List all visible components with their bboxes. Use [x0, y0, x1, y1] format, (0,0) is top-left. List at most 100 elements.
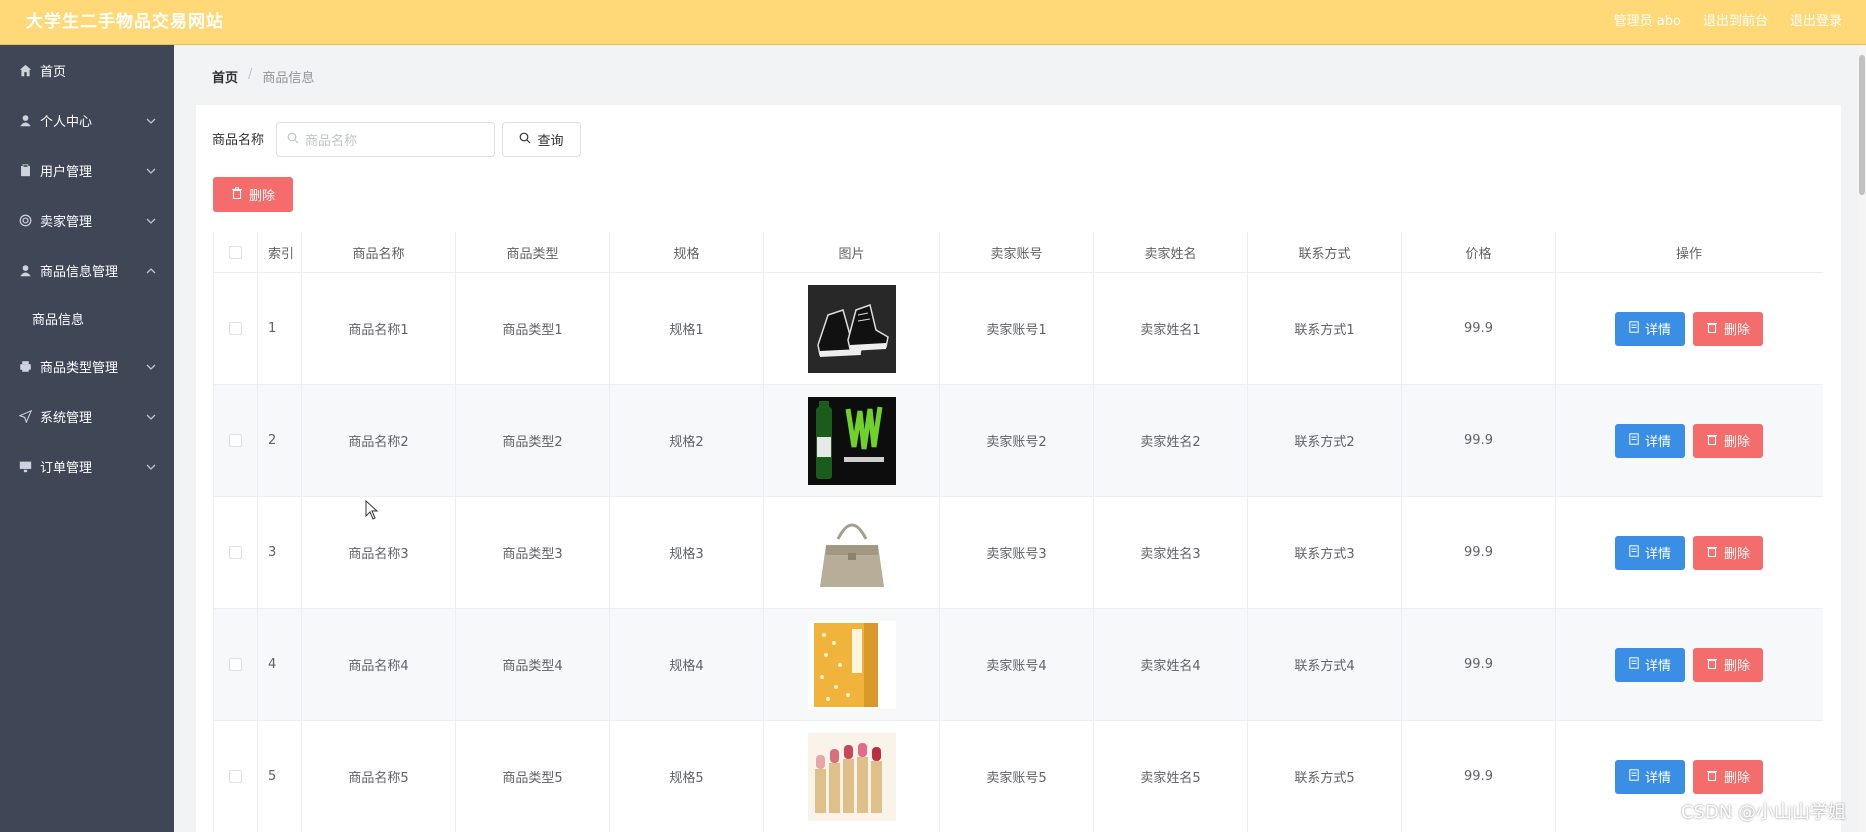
sidebar-item-label: 商品信息管理	[40, 264, 119, 280]
row-checkbox[interactable]	[229, 658, 242, 671]
query-button-label: 查询	[537, 134, 564, 149]
detail-button-label: 详情	[1644, 435, 1671, 450]
sidebar-item-orders[interactable]: 订单管理	[0, 441, 174, 491]
row-checkbox[interactable]	[229, 546, 242, 559]
row-seller-account: 卖家账号4	[940, 609, 1094, 720]
sidebar-item-goods-type-mgmt[interactable]: 商品类型管理	[0, 341, 174, 391]
row-actions: 详情 删除	[1556, 273, 1822, 384]
row-seller-name: 卖家姓名5	[1094, 721, 1248, 832]
sidebar-item-system[interactable]: 系统管理	[0, 391, 174, 441]
delete-button-label: 删除	[1723, 771, 1750, 786]
detail-button[interactable]: 详情	[1615, 759, 1685, 794]
row-image-cell	[764, 609, 940, 720]
printer-icon	[18, 359, 32, 373]
delete-button-label: 删除	[1723, 435, 1750, 450]
chevron-down-icon	[146, 115, 156, 125]
row-name: 商品名称2	[302, 385, 456, 496]
delete-button[interactable]: 删除	[1693, 759, 1763, 794]
sidebar-item-users[interactable]: 用户管理	[0, 145, 174, 195]
chevron-down-icon	[146, 411, 156, 421]
delete-button[interactable]: 删除	[1693, 535, 1763, 570]
logout-link[interactable]: 退出登录	[1790, 10, 1842, 29]
trash-icon	[231, 186, 243, 203]
table-row: 1 商品名称1 商品类型1 规格1 卖家账号1 卖家姓名1 联系方式1 99.9…	[214, 273, 1823, 385]
row-spec: 规格1	[610, 273, 764, 384]
row-check-cell	[214, 721, 258, 832]
row-spec: 规格4	[610, 609, 764, 720]
detail-button-label: 详情	[1644, 323, 1671, 338]
sidebar-subitem-goods-info[interactable]: 商品信息	[0, 295, 174, 341]
row-type: 商品类型5	[456, 721, 610, 832]
delete-button[interactable]: 删除	[1693, 423, 1763, 458]
row-contact: 联系方式5	[1248, 721, 1402, 832]
back-to-front-link[interactable]: 退出到前台	[1703, 10, 1768, 29]
breadcrumb-home[interactable]: 首页	[212, 67, 238, 86]
query-button[interactable]: 查询	[502, 122, 581, 157]
sidebar-item-sellers[interactable]: 卖家管理	[0, 195, 174, 245]
select-all-cell	[214, 232, 258, 272]
row-contact: 联系方式3	[1248, 497, 1402, 608]
row-actions: 详情 删除	[1556, 497, 1822, 608]
lipsticks-image	[807, 732, 896, 821]
search-input[interactable]: 商品名称	[276, 122, 495, 157]
detail-button[interactable]: 详情	[1615, 647, 1685, 682]
row-name: 商品名称1	[302, 273, 456, 384]
search-icon	[519, 132, 531, 148]
trash-icon	[1706, 545, 1718, 561]
detail-button[interactable]: 详情	[1615, 311, 1685, 346]
book-image	[807, 620, 896, 709]
row-checkbox[interactable]	[229, 770, 242, 783]
row-seller-account: 卖家账号3	[940, 497, 1094, 608]
search-placeholder: 商品名称	[305, 134, 358, 149]
sidebar: 首页 个人中心 用户管理 卖家管理 商品信息管理 商品信息 商品类型管理 系统管…	[0, 45, 174, 832]
row-type: 商品类型2	[456, 385, 610, 496]
sidebar-item-goods-info-mgmt[interactable]: 商品信息管理	[0, 245, 174, 295]
chevron-down-icon	[146, 215, 156, 225]
vertical-scrollbar[interactable]	[1858, 45, 1866, 832]
sidebar-item-label: 商品类型管理	[40, 360, 119, 376]
sidebar-item-home[interactable]: 首页	[0, 45, 174, 95]
trash-icon	[1706, 433, 1718, 449]
row-type: 商品类型3	[456, 497, 610, 608]
scrollbar-thumb[interactable]	[1859, 55, 1865, 195]
row-check-cell	[214, 273, 258, 384]
home-icon	[18, 63, 32, 77]
row-seller-account: 卖家账号5	[940, 721, 1094, 832]
delete-button-label: 删除	[1723, 547, 1750, 562]
row-actions: 详情 删除	[1556, 609, 1822, 720]
table-row: 4 商品名称4 商品类型4 规格4 卖家账号4 卖家姓名4 联系方式4 99.9…	[214, 609, 1823, 721]
sidebar-item-profile[interactable]: 个人中心	[0, 95, 174, 145]
user-icon	[18, 263, 32, 277]
chevron-down-icon	[146, 165, 156, 175]
detail-button[interactable]: 详情	[1615, 423, 1685, 458]
row-price: 99.9	[1402, 273, 1556, 384]
watermark: CSDN @小山山学姐	[1680, 802, 1846, 823]
row-checkbox[interactable]	[229, 322, 242, 335]
header-contact: 联系方式	[1248, 232, 1402, 272]
detail-button[interactable]: 详情	[1615, 535, 1685, 570]
energy-drink-image	[807, 396, 896, 485]
row-seller-name: 卖家姓名3	[1094, 497, 1248, 608]
chevron-down-icon	[146, 361, 156, 371]
mouse-cursor-icon	[365, 500, 379, 520]
delete-button[interactable]: 删除	[1693, 311, 1763, 346]
batch-delete-button[interactable]: 删除	[213, 177, 293, 212]
breadcrumb-current: 商品信息	[262, 71, 315, 86]
select-all-checkbox[interactable]	[229, 245, 242, 259]
row-index: 1	[258, 273, 302, 384]
row-price: 99.9	[1402, 497, 1556, 608]
row-image-cell	[764, 385, 940, 496]
delete-button[interactable]: 删除	[1693, 647, 1763, 682]
settings-icon	[18, 213, 32, 227]
row-checkbox[interactable]	[229, 434, 242, 447]
header-price: 价格	[1402, 232, 1556, 272]
trash-icon	[1706, 657, 1718, 673]
row-type: 商品类型4	[456, 609, 610, 720]
row-image-cell	[764, 721, 940, 832]
sidebar-item-label: 用户管理	[40, 164, 93, 180]
sidebar-item-label: 系统管理	[40, 410, 93, 426]
header-name: 商品名称	[302, 232, 456, 272]
sidebar-item-label: 订单管理	[40, 460, 93, 476]
chevron-up-icon	[146, 265, 156, 275]
user-icon	[18, 113, 32, 127]
